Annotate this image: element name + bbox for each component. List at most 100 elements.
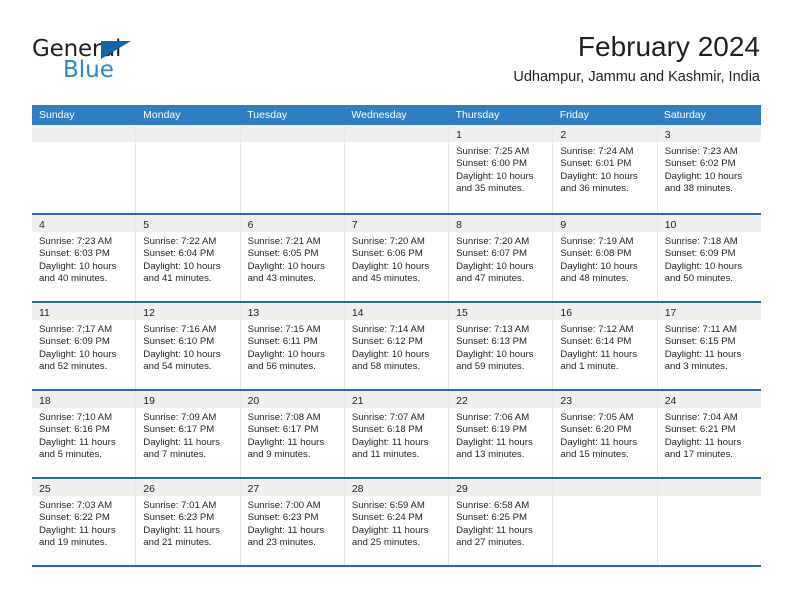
calendar-day-cell[interactable]: 15 Sunrise: 7:13 AM Sunset: 6:13 PM Dayligh… bbox=[449, 303, 554, 389]
calendar-day-cell[interactable]: 3 Sunrise: 7:23 AM Sunset: 6:02 PM Daylight… bbox=[657, 125, 761, 213]
weekday-header-sunday: Sunday bbox=[39, 109, 75, 121]
day-detail-line: Sunset: 6:23 PM bbox=[247, 512, 319, 524]
calendar-day-cell[interactable]: 24 Sunrise: 7:04 AM Sunset: 6:21 PM Dayligh… bbox=[657, 391, 761, 477]
day-detail-line: Sunset: 6:07 PM bbox=[456, 248, 528, 260]
day-detail-line: Daylight: 11 hours bbox=[560, 436, 638, 448]
day-details: Sunrise: 7:09 AM Sunset: 6:17 PM Daylight:… bbox=[136, 408, 239, 462]
day-number: 5 bbox=[143, 219, 150, 231]
title-block: February 2024 Udhampur, Jammu and Kashmi… bbox=[513, 30, 760, 88]
day-detail-line: and 25 minutes. bbox=[351, 537, 421, 549]
day-number-bar: 27 bbox=[240, 479, 344, 496]
day-details: Sunrise: 7:07 AM Sunset: 6:18 PM Daylight:… bbox=[345, 408, 448, 462]
day-detail-line: Sunrise: 7:09 AM bbox=[143, 412, 217, 423]
day-detail-line: and 15 minutes. bbox=[560, 449, 629, 461]
day-detail-line: Sunset: 6:17 PM bbox=[247, 424, 319, 436]
day-detail-line: Sunrise: 7:07 AM bbox=[351, 412, 425, 423]
calendar-day-cell[interactable]: 29 Sunrise: 6:58 AM Sunset: 6:25 PM Dayligh… bbox=[449, 479, 554, 565]
day-number: 20 bbox=[247, 395, 260, 407]
calendar-week-row: 25 Sunrise: 7:03 AM Sunset: 6:22 PM Dayligh… bbox=[32, 477, 761, 565]
day-detail-line: Sunrise: 7:19 AM bbox=[560, 236, 634, 247]
calendar-day-cell[interactable]: 1 Sunrise: 7:25 AM Sunset: 6:00 PM Daylight… bbox=[449, 125, 554, 213]
day-detail-line: and 7 minutes. bbox=[143, 449, 207, 461]
day-number: 19 bbox=[143, 395, 155, 407]
day-number-bar bbox=[32, 125, 136, 142]
day-detail-line: Sunrise: 7:22 AM bbox=[143, 236, 217, 247]
day-detail-line: Sunrise: 7:17 AM bbox=[39, 324, 113, 335]
calendar-day-cell[interactable]: 7 Sunrise: 7:20 AM Sunset: 6:06 PM Daylight… bbox=[344, 215, 450, 301]
day-number-bar bbox=[553, 479, 657, 496]
calendar-day-cell[interactable]: 4 Sunrise: 7:23 AM Sunset: 6:03 PM Daylight… bbox=[32, 215, 137, 301]
calendar-day-cell[interactable]: 20 Sunrise: 7:08 AM Sunset: 6:17 PM Dayligh… bbox=[240, 391, 345, 477]
day-number-bar: 6 bbox=[240, 215, 344, 232]
day-detail-line: Daylight: 10 hours bbox=[39, 348, 117, 360]
calendar-day-cell[interactable]: 11 Sunrise: 7:17 AM Sunset: 6:09 PM Dayligh… bbox=[32, 303, 137, 389]
day-detail-line: Sunset: 6:04 PM bbox=[143, 248, 215, 260]
day-detail-line: and 19 minutes. bbox=[39, 537, 108, 549]
day-detail-line: Sunset: 6:12 PM bbox=[351, 336, 423, 348]
day-detail-line: Sunrise: 7:18 AM bbox=[664, 236, 738, 247]
calendar-day-cell[interactable]: 25 Sunrise: 7:03 AM Sunset: 6:22 PM Dayligh… bbox=[32, 479, 137, 565]
calendar-day-cell[interactable]: 16 Sunrise: 7:12 AM Sunset: 6:14 PM Dayligh… bbox=[553, 303, 658, 389]
day-detail-line: Daylight: 11 hours bbox=[39, 524, 116, 536]
day-number: 6 bbox=[247, 219, 254, 231]
day-number-bar: 29 bbox=[449, 479, 553, 496]
day-number-bar: 20 bbox=[240, 391, 344, 408]
calendar-day-cell[interactable]: 26 Sunrise: 7:01 AM Sunset: 6:23 PM Dayligh… bbox=[136, 479, 241, 565]
day-detail-line: and 13 minutes. bbox=[456, 449, 525, 461]
calendar-day-cell[interactable]: 27 Sunrise: 7:00 AM Sunset: 6:23 PM Dayligh… bbox=[240, 479, 345, 565]
day-detail-line: Daylight: 11 hours bbox=[560, 348, 638, 360]
calendar-day-cell[interactable]: 22 Sunrise: 7:06 AM Sunset: 6:19 PM Dayligh… bbox=[449, 391, 554, 477]
day-detail-line: and 58 minutes. bbox=[351, 361, 421, 373]
day-detail-line: and 41 minutes. bbox=[143, 273, 212, 285]
day-number-bar: 12 bbox=[136, 303, 240, 320]
day-detail-line: Sunset: 6:18 PM bbox=[351, 424, 423, 436]
day-details: Sunrise: 7:06 AM Sunset: 6:19 PM Daylight:… bbox=[449, 408, 552, 462]
logo-text-blue: Blue bbox=[63, 57, 114, 83]
day-detail-line: Sunset: 6:01 PM bbox=[560, 158, 632, 170]
day-detail-line: Sunrise: 6:59 AM bbox=[351, 500, 425, 511]
day-number-bar: 1 bbox=[449, 125, 553, 142]
calendar-day-cell[interactable]: 28 Sunrise: 6:59 AM Sunset: 6:24 PM Dayligh… bbox=[344, 479, 450, 565]
calendar-day-cell[interactable]: 21 Sunrise: 7:07 AM Sunset: 6:18 PM Dayligh… bbox=[344, 391, 450, 477]
day-number: 1 bbox=[456, 129, 462, 141]
calendar-week-row: 18 Sunrise: 7:10 AM Sunset: 6:16 PM Dayligh… bbox=[32, 389, 761, 477]
day-detail-line: Sunrise: 7:15 AM bbox=[247, 324, 321, 335]
calendar-day-cell[interactable]: 6 Sunrise: 7:21 AM Sunset: 6:05 PM Daylight… bbox=[240, 215, 345, 301]
calendar-day-cell[interactable]: 19 Sunrise: 7:09 AM Sunset: 6:17 PM Dayligh… bbox=[136, 391, 241, 477]
day-number-bar: 25 bbox=[32, 479, 136, 496]
day-detail-line: Daylight: 11 hours bbox=[39, 436, 116, 448]
day-detail-line: Sunrise: 7:21 AM bbox=[247, 236, 321, 247]
day-detail-line: Sunrise: 7:24 AM bbox=[560, 146, 634, 157]
calendar-day-cell[interactable]: 13 Sunrise: 7:15 AM Sunset: 6:11 PM Dayligh… bbox=[240, 303, 345, 389]
day-detail-line: Sunset: 6:21 PM bbox=[664, 424, 736, 436]
day-detail-line: Sunset: 6:16 PM bbox=[39, 424, 110, 436]
weekday-header-saturday: Saturday bbox=[663, 109, 706, 121]
calendar-day-cell[interactable]: 12 Sunrise: 7:16 AM Sunset: 6:10 PM Dayligh… bbox=[136, 303, 241, 389]
calendar-day-cell[interactable]: 14 Sunrise: 7:14 AM Sunset: 6:12 PM Dayligh… bbox=[344, 303, 450, 389]
day-number-bar: 26 bbox=[136, 479, 240, 496]
day-number: 7 bbox=[351, 219, 358, 231]
day-number-bar: 17 bbox=[657, 303, 761, 320]
day-detail-line: and 47 minutes. bbox=[456, 273, 525, 285]
day-detail-line: Daylight: 11 hours bbox=[247, 436, 325, 448]
calendar-weeks: 1 Sunrise: 7:25 AM Sunset: 6:00 PM Daylight… bbox=[32, 125, 761, 565]
calendar-day-cell[interactable]: 8 Sunrise: 7:20 AM Sunset: 6:07 PM Daylight… bbox=[449, 215, 554, 301]
day-number-bar: 3 bbox=[657, 125, 761, 142]
day-detail-line: Daylight: 11 hours bbox=[351, 436, 429, 448]
calendar-day-cell[interactable]: 23 Sunrise: 7:05 AM Sunset: 6:20 PM Dayligh… bbox=[553, 391, 658, 477]
day-details: Sunrise: 7:01 AM Sunset: 6:23 PM Daylight:… bbox=[136, 496, 239, 550]
day-detail-line: and 3 minutes. bbox=[664, 361, 728, 373]
day-detail-line: Daylight: 10 hours bbox=[247, 260, 325, 272]
calendar-day-cell[interactable]: 2 Sunrise: 7:24 AM Sunset: 6:01 PM Daylight… bbox=[553, 125, 658, 213]
calendar-day-cell[interactable]: 18 Sunrise: 7:10 AM Sunset: 6:16 PM Dayligh… bbox=[32, 391, 137, 477]
day-detail-line: Daylight: 11 hours bbox=[143, 524, 220, 536]
day-details: Sunrise: 7:00 AM Sunset: 6:23 PM Daylight:… bbox=[241, 496, 344, 550]
calendar-day-cell[interactable]: 9 Sunrise: 7:19 AM Sunset: 6:08 PM Daylight… bbox=[553, 215, 658, 301]
general-blue-logo[interactable]: General Blue bbox=[32, 38, 212, 90]
calendar-day-cell[interactable]: 17 Sunrise: 7:11 AM Sunset: 6:15 PM Dayligh… bbox=[657, 303, 761, 389]
day-number-bar: 9 bbox=[553, 215, 657, 232]
day-detail-line: and 11 minutes. bbox=[351, 449, 420, 461]
calendar-day-cell[interactable]: 10 Sunrise: 7:18 AM Sunset: 6:09 PM Dayligh… bbox=[657, 215, 761, 301]
calendar-day-cell[interactable]: 5 Sunrise: 7:22 AM Sunset: 6:04 PM Daylight… bbox=[136, 215, 241, 301]
day-detail-line: and 5 minutes. bbox=[39, 449, 102, 461]
